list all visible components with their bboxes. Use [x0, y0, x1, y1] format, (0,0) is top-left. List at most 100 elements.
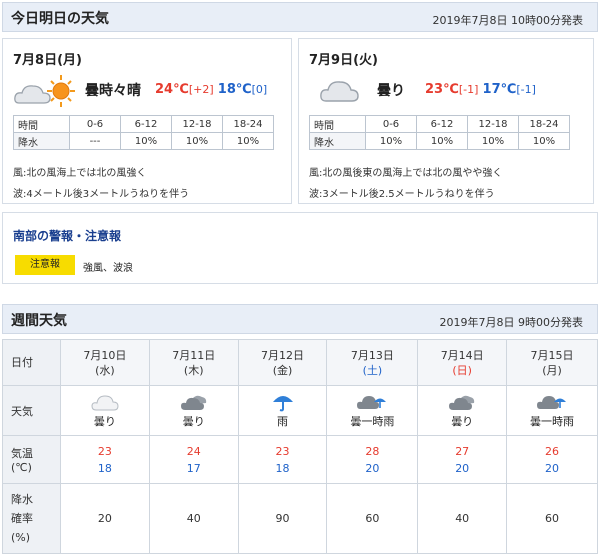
weekly-dow: (金): [272, 363, 293, 377]
low-temp: 17℃: [482, 82, 517, 97]
row-label-rain: 降水確率 (%): [2, 483, 61, 554]
weekly-temp-cell: 27 20: [417, 435, 508, 484]
weekly-weather-label: 曇り: [182, 415, 205, 428]
precip-value: 10%: [171, 132, 223, 150]
row-label-temp-line2: (℃): [11, 461, 32, 474]
day-weather: 曇り: [319, 73, 405, 103]
weekly-low: 17: [186, 461, 201, 475]
row-label-weather: 天気: [2, 385, 61, 436]
today-published-time: 2019年7月8日 10時00分発表: [432, 14, 583, 27]
weekly-weather-label: 曇り: [93, 415, 116, 428]
precip-time: 6-12: [416, 115, 468, 133]
day-date: 7月9日(火): [309, 53, 378, 68]
row-label-rain-line3: (%): [11, 531, 31, 544]
cloud-icon-light: [91, 395, 119, 411]
weekly-weather-cell: 曇一時雨: [506, 385, 598, 436]
precip-time: 18-24: [518, 115, 570, 133]
cloud-icon: [320, 81, 359, 102]
precip-value: ---: [69, 132, 121, 150]
precip-value: 10%: [120, 132, 172, 150]
today-section-header: 今日明日の天気 2019年7月8日 10時00分発表: [2, 2, 598, 32]
weekly-weather-label: 曇一時雨: [350, 415, 395, 428]
weekly-temp-cell: 23 18: [237, 435, 328, 484]
advisory-text: 強風、波浪: [83, 263, 133, 274]
weekly-rain-row: 降水 確率 (%) 20 40 90 60 40 60: [2, 483, 598, 554]
weekly-date-cell: 7月15日 (月): [506, 339, 598, 386]
weekly-temp-row: 気温 (℃) 23 18 24 17 23 18 28 20 27 20 26 20: [2, 435, 598, 484]
weekly-high: 24: [186, 444, 201, 458]
weekly-high: 26: [545, 444, 560, 458]
weekly-low: 20: [455, 461, 470, 475]
weekly-low: 18: [97, 461, 112, 475]
warnings-panel: 南部の警報・注意報 注意報 強風、波浪: [2, 212, 598, 284]
precip-value: 10%: [365, 132, 417, 150]
weekly-dow-saturday: (土): [362, 363, 383, 377]
precip-value: 10%: [467, 132, 519, 150]
precip-time: 0-6: [69, 115, 121, 133]
weekly-date-row: 日付 7月10日 (水) 7月11日 (木) 7月12日 (金) 7月13日 (土) 7…: [2, 339, 598, 386]
weekly-date: 7月11日: [172, 348, 216, 362]
warnings-title-link[interactable]: 南部の警報・注意報: [13, 227, 121, 244]
umbrella-icon: [272, 396, 293, 412]
day-panel-today: 7月8日(月) 曇時々晴 24℃[+2] 18℃[0] 時間 0-6 6-12 …: [2, 38, 292, 204]
weekly-high: 28: [365, 444, 380, 458]
weekly-temp-cell: 23 18: [60, 435, 150, 484]
day-date: 7月8日(月): [13, 53, 82, 68]
precip-time: 6-12: [120, 115, 172, 133]
weekly-date: 7月12日: [261, 348, 305, 362]
low-temp-diff: [-1]: [516, 83, 536, 96]
weekly-table: 日付 7月10日 (水) 7月11日 (木) 7月12日 (金) 7月13日 (土) 7…: [2, 339, 598, 554]
weekly-dow: (月): [542, 363, 562, 377]
row-label-rain-line1: 降水: [11, 493, 33, 506]
weekly-date-cell: 7月14日 (日): [417, 339, 508, 386]
high-temp: 24℃: [155, 82, 189, 97]
precip-time: 12-18: [467, 115, 519, 133]
precip-row-label: 降水: [309, 132, 366, 150]
weekly-weather-cell: 曇り: [148, 385, 239, 436]
day-notes: 風:北の風後東の風海上では北の風やや強く 波:3メートル後2.5メートルうねりを…: [309, 163, 502, 205]
low-temp-diff: [0]: [251, 83, 268, 96]
precip-time: 18-24: [222, 115, 274, 133]
weekly-dow-sunday: (日): [452, 363, 472, 377]
low-temp: 18℃: [217, 82, 252, 97]
day-notes: 風:北の風海上では北の風強く 波:4メートル後3メートルうねりを伴う: [13, 163, 189, 205]
weekly-high: 27: [455, 444, 470, 458]
wind-text: 風:北の風海上では北の風強く: [13, 168, 147, 179]
precip-table: 時間 0-6 6-12 12-18 18-24 降水 10% 10% 10% 1…: [309, 115, 570, 150]
cloud-sun-icon: [14, 75, 75, 107]
day-temperatures: 23℃[-1] 17℃[-1]: [425, 82, 536, 97]
precip-time: 12-18: [171, 115, 223, 133]
weekly-date-cell: 7月10日 (水): [60, 339, 150, 386]
weekly-date-cell: 7月13日 (土): [326, 339, 419, 386]
weekly-weather-cell: 曇一時雨: [326, 385, 419, 436]
precip-row-label: 降水: [13, 132, 70, 150]
weekly-low: 18: [275, 461, 290, 475]
weekly-weather-label: 曇り: [451, 415, 474, 428]
weekly-date-cell: 7月11日 (木): [148, 339, 239, 386]
precip-value: 10%: [222, 132, 274, 150]
weekly-temp-cell: 24 17: [148, 435, 239, 484]
precip-value: 10%: [518, 132, 570, 150]
row-label-temp-line1: 気温: [11, 447, 33, 460]
row-label-rain-line2: 確率: [11, 512, 33, 525]
day-weather: 曇時々晴: [13, 73, 141, 107]
weekly-date: 7月14日: [440, 348, 484, 362]
precip-time: 0-6: [365, 115, 417, 133]
weekly-high: 23: [97, 444, 112, 458]
weekly-date: 7月13日: [350, 348, 394, 362]
weekly-weather-cell: 曇り: [417, 385, 508, 436]
weekly-rain-cell: 40: [417, 483, 508, 554]
wave-text: 波:4メートル後3メートルうねりを伴う: [13, 189, 190, 200]
weekly-date-cell: 7月12日 (金): [237, 339, 328, 386]
weekly-dow: (水): [95, 363, 115, 377]
precip-table: 時間 0-6 6-12 12-18 18-24 降水 --- 10% 10% 1…: [13, 115, 274, 150]
weekly-rain-cell: 60: [326, 483, 419, 554]
precip-time-label: 時間: [13, 115, 70, 133]
day-temperatures: 24℃[+2] 18℃[0]: [155, 82, 267, 97]
weekly-weather-row: 天気 曇り 曇り 雨 曇一時雨 曇り 曇一時雨: [2, 385, 598, 436]
weekly-rain-cell: 60: [506, 483, 598, 554]
weekly-weather-label: 曇一時雨: [530, 415, 575, 428]
weekly-temp-cell: 28 20: [326, 435, 419, 484]
high-temp-diff: [-1]: [458, 83, 479, 96]
weekly-section-title: 週間天気: [11, 313, 67, 329]
